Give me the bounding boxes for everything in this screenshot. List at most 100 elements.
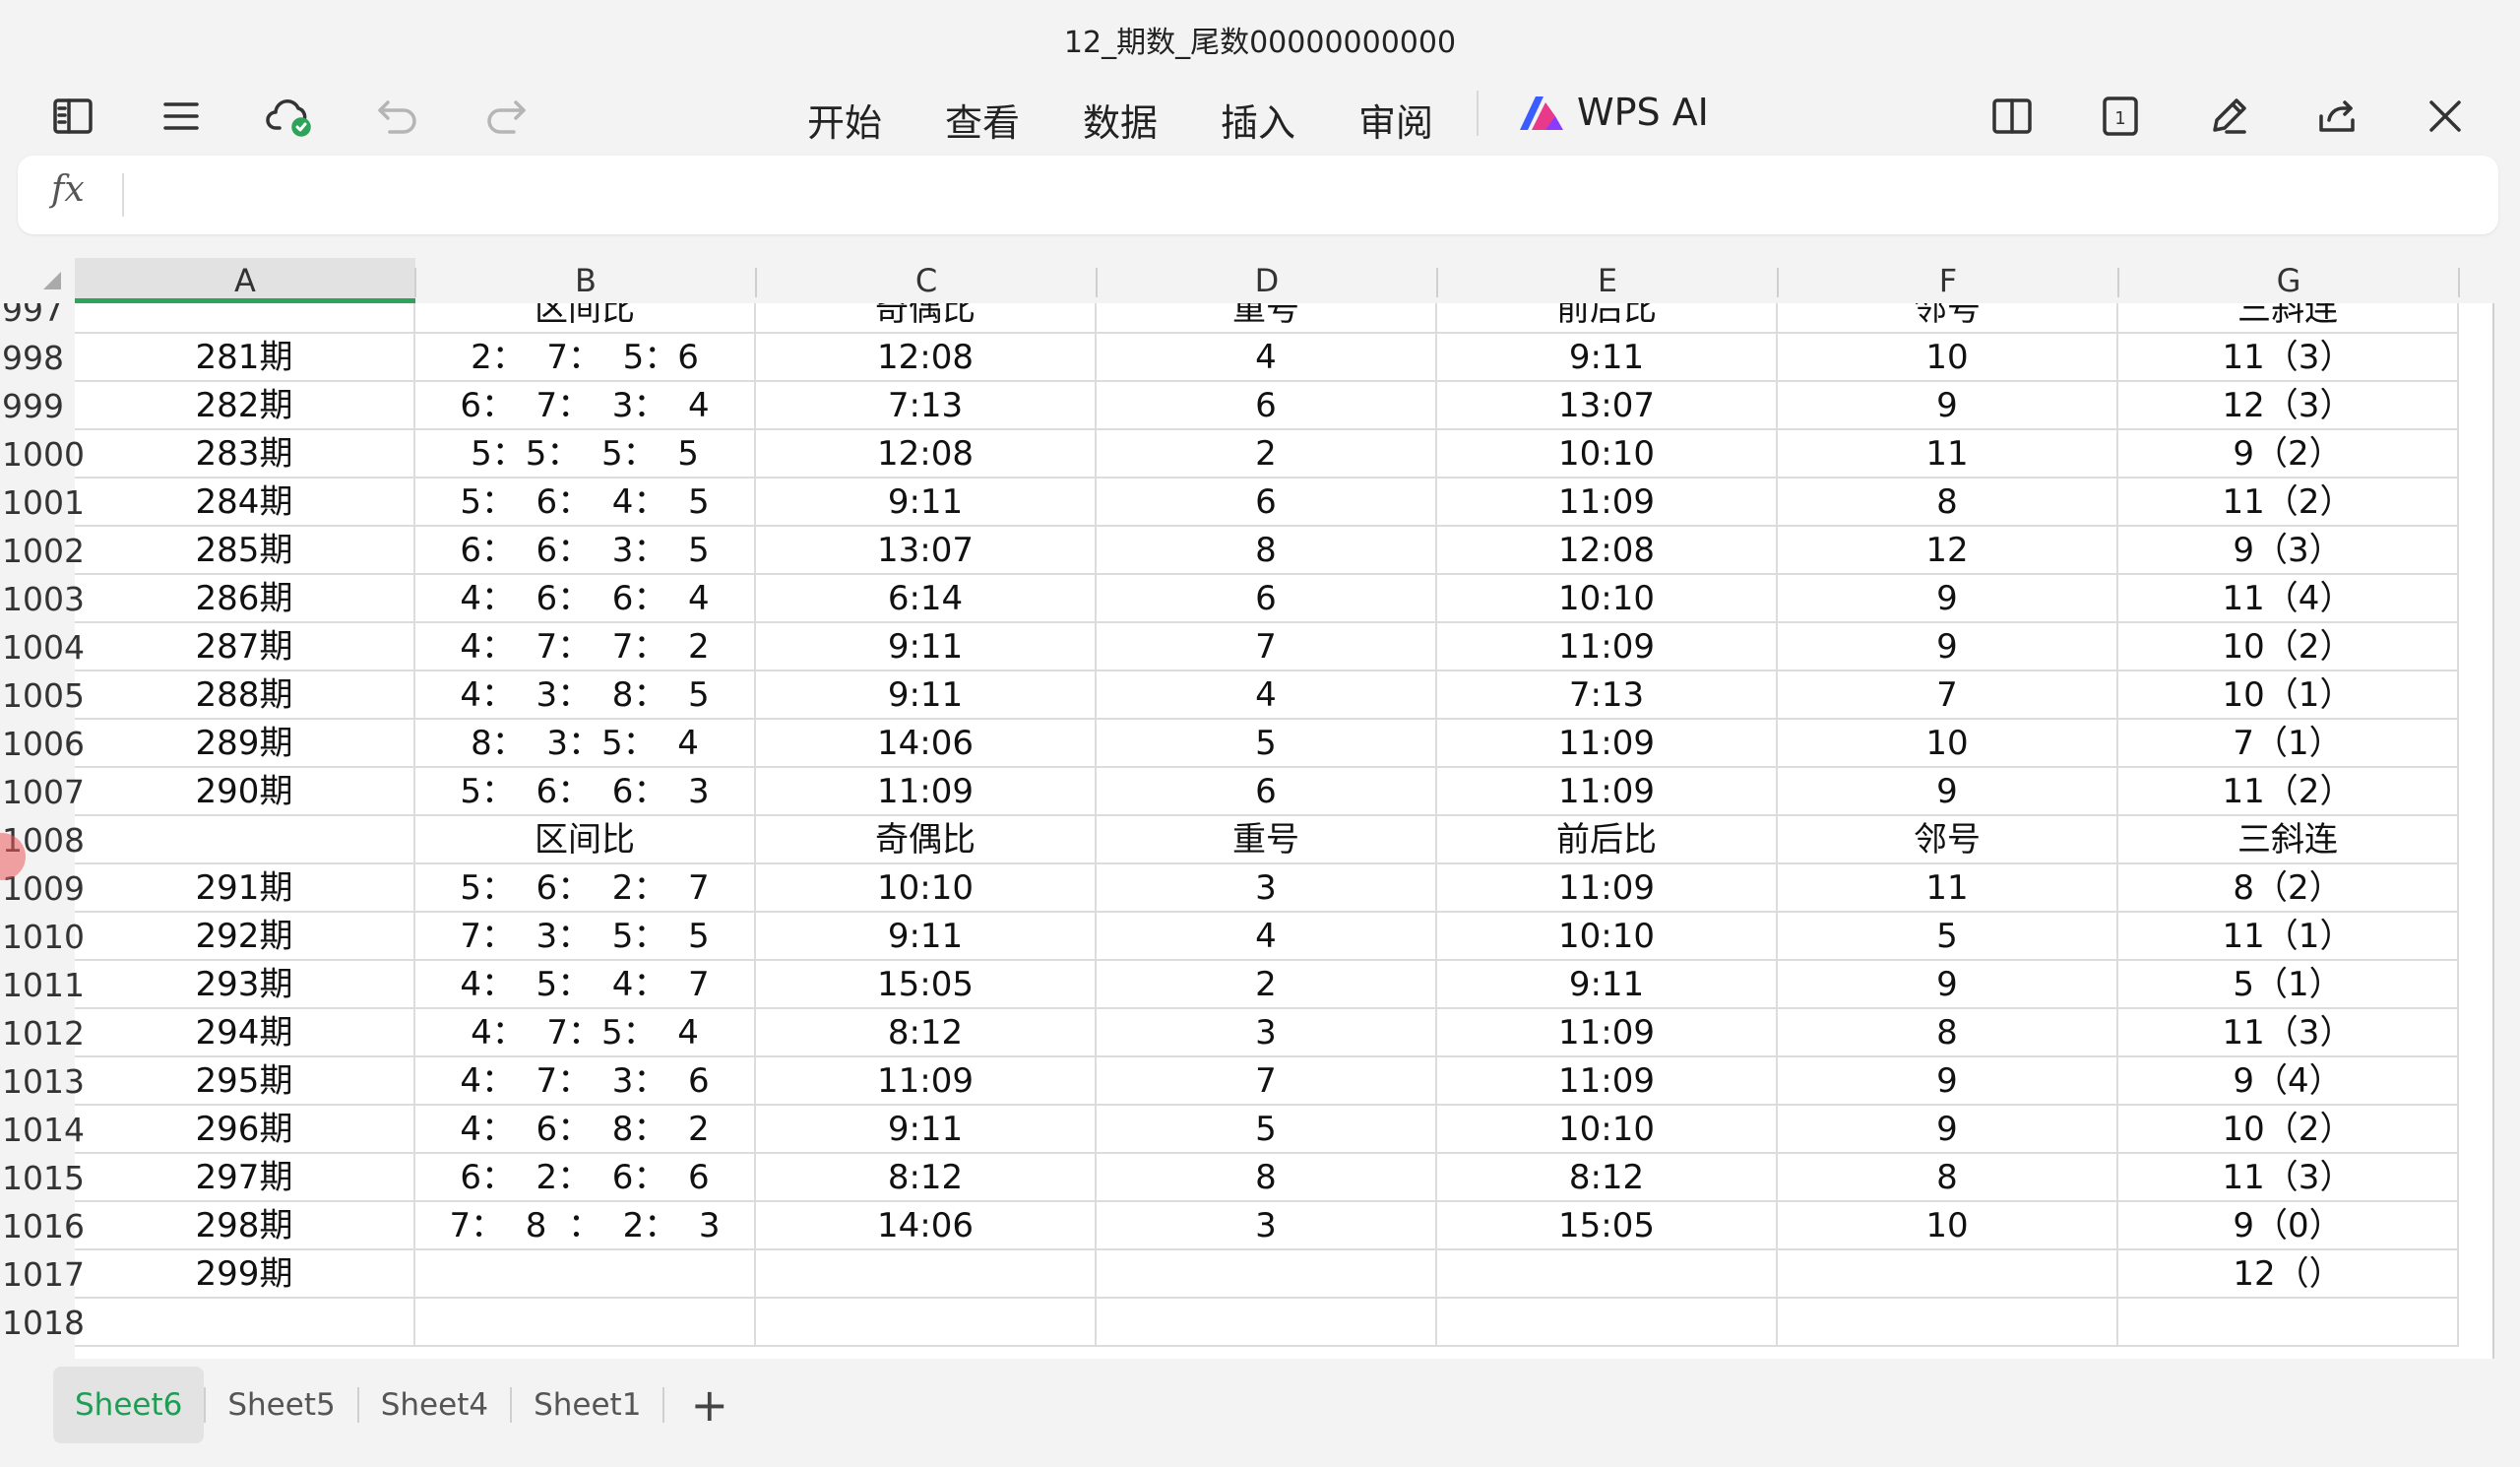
cell-f1015[interactable]: 8 <box>1778 1154 2118 1202</box>
cell-d1012[interactable]: 3 <box>1097 1009 1437 1057</box>
cell-d999[interactable]: 6 <box>1097 382 1437 430</box>
cell-g1009[interactable]: 8（2） <box>2118 864 2459 913</box>
cell-d1008[interactable]: 重号 <box>1097 816 1437 864</box>
cell-e1009[interactable]: 11:09 <box>1437 864 1778 913</box>
cell-c1003[interactable]: 6:14 <box>756 575 1097 623</box>
row-number[interactable]: 1010 <box>0 913 85 961</box>
cell-c1007[interactable]: 11:09 <box>756 768 1097 816</box>
row-number[interactable]: 998 <box>0 334 75 382</box>
cell-b1005[interactable]: 4： 3： 8： 5 <box>415 671 756 720</box>
cell-d1013[interactable]: 7 <box>1097 1057 1437 1106</box>
cell-b1010[interactable]: 7： 3： 5： 5 <box>415 913 756 961</box>
cell-f1010[interactable]: 5 <box>1778 913 2118 961</box>
cell-f998[interactable]: 10 <box>1778 334 2118 382</box>
cell-a1016[interactable]: 298期 <box>75 1202 415 1250</box>
cell-d1018[interactable] <box>1097 1299 1437 1347</box>
cell-a1013[interactable]: 295期 <box>75 1057 415 1106</box>
cell-a1015[interactable]: 297期 <box>75 1154 415 1202</box>
cell-a1012[interactable]: 294期 <box>75 1009 415 1057</box>
sheet-tab-sheet5[interactable]: Sheet5 <box>206 1367 356 1443</box>
menu-view[interactable]: 查看 <box>945 93 1020 147</box>
cell-a1000[interactable]: 283期 <box>75 430 415 478</box>
cell-f1009[interactable]: 11 <box>1778 864 2118 913</box>
menu-start[interactable]: 开始 <box>807 93 882 147</box>
cell-f1017[interactable] <box>1778 1250 2118 1299</box>
cloud-sync-icon[interactable] <box>258 85 321 148</box>
cell-f1014[interactable]: 9 <box>1778 1106 2118 1154</box>
cell-f999[interactable]: 9 <box>1778 382 2118 430</box>
cell-b1003[interactable]: 4： 6： 6： 4 <box>415 575 756 623</box>
menu-data[interactable]: 数据 <box>1083 93 1158 147</box>
cell-a1010[interactable]: 292期 <box>75 913 415 961</box>
cell-g1005[interactable]: 10（1） <box>2118 671 2459 720</box>
row-number[interactable]: 1001 <box>0 478 85 527</box>
row-number[interactable]: 999 <box>0 382 75 430</box>
cell-e1015[interactable]: 8:12 <box>1437 1154 1778 1202</box>
cell-b1004[interactable]: 4： 7： 7： 2 <box>415 623 756 671</box>
split-view-icon[interactable] <box>1981 85 2044 148</box>
sheet-tab-sheet6[interactable]: Sheet6 <box>53 1367 205 1443</box>
cell-c1001[interactable]: 9:11 <box>756 478 1097 527</box>
cell-b1009[interactable]: 5： 6： 2： 7 <box>415 864 756 913</box>
cell-d1006[interactable]: 5 <box>1097 720 1437 768</box>
cell-c1015[interactable]: 8:12 <box>756 1154 1097 1202</box>
cell-f1013[interactable]: 9 <box>1778 1057 2118 1106</box>
cell-c1000[interactable]: 12:08 <box>756 430 1097 478</box>
cell-g1006[interactable]: 7（1） <box>2118 720 2459 768</box>
cell-b1016[interactable]: 7： 8 ： 2： 3 <box>415 1202 756 1250</box>
cell-a1008[interactable] <box>75 816 415 864</box>
menu-insert[interactable]: 插入 <box>1221 93 1295 147</box>
cell-a1005[interactable]: 288期 <box>75 671 415 720</box>
cell-d998[interactable]: 4 <box>1097 334 1437 382</box>
cell-d1001[interactable]: 6 <box>1097 478 1437 527</box>
cell-a999[interactable]: 282期 <box>75 382 415 430</box>
cell-f1018[interactable] <box>1778 1299 2118 1347</box>
cell-f1006[interactable]: 10 <box>1778 720 2118 768</box>
share-icon[interactable] <box>2305 85 2368 148</box>
cell-f997[interactable]: 邻号 <box>1778 303 2118 334</box>
redo-icon[interactable] <box>474 85 537 148</box>
row-number[interactable]: 1005 <box>0 671 85 720</box>
menu-icon[interactable] <box>150 85 213 148</box>
row-number[interactable]: 1006 <box>0 720 85 768</box>
cell-g1010[interactable]: 11（1） <box>2118 913 2459 961</box>
row-number[interactable]: 1002 <box>0 527 85 575</box>
cell-e1002[interactable]: 12:08 <box>1437 527 1778 575</box>
cell-c1014[interactable]: 9:11 <box>756 1106 1097 1154</box>
cell-g1015[interactable]: 11（3） <box>2118 1154 2459 1202</box>
cell-g1001[interactable]: 11（2） <box>2118 478 2459 527</box>
cell-a998[interactable]: 281期 <box>75 334 415 382</box>
cell-e998[interactable]: 9:11 <box>1437 334 1778 382</box>
cell-g1000[interactable]: 9（2） <box>2118 430 2459 478</box>
cell-b1014[interactable]: 4： 6： 8： 2 <box>415 1106 756 1154</box>
cell-c998[interactable]: 12:08 <box>756 334 1097 382</box>
cell-d1000[interactable]: 2 <box>1097 430 1437 478</box>
row-number[interactable]: 1015 <box>0 1154 85 1202</box>
row-number[interactable]: 1012 <box>0 1009 85 1057</box>
cell-f1012[interactable]: 8 <box>1778 1009 2118 1057</box>
cell-f1008[interactable]: 邻号 <box>1778 816 2118 864</box>
cell-b1018[interactable] <box>415 1299 756 1347</box>
sheet-tab-sheet4[interactable]: Sheet4 <box>359 1367 510 1443</box>
cell-e1013[interactable]: 11:09 <box>1437 1057 1778 1106</box>
cell-e1016[interactable]: 15:05 <box>1437 1202 1778 1250</box>
cell-b1000[interactable]: 5：5： 5： 5 <box>415 430 756 478</box>
cell-d1002[interactable]: 8 <box>1097 527 1437 575</box>
cell-f1005[interactable]: 7 <box>1778 671 2118 720</box>
cell-a1003[interactable]: 286期 <box>75 575 415 623</box>
cell-f1003[interactable]: 9 <box>1778 575 2118 623</box>
column-header-c[interactable]: C <box>756 258 1097 303</box>
cell-b1017[interactable] <box>415 1250 756 1299</box>
column-header-a[interactable]: A <box>75 258 415 303</box>
cell-a1001[interactable]: 284期 <box>75 478 415 527</box>
cell-a1014[interactable]: 296期 <box>75 1106 415 1154</box>
cell-d1016[interactable]: 3 <box>1097 1202 1437 1250</box>
cell-g1011[interactable]: 5（1） <box>2118 961 2459 1009</box>
cell-e1018[interactable] <box>1437 1299 1778 1347</box>
cell-g1003[interactable]: 11（4） <box>2118 575 2459 623</box>
cell-c1018[interactable] <box>756 1299 1097 1347</box>
add-sheet-button[interactable]: + <box>664 1367 754 1443</box>
cell-c997[interactable]: 奇偶比 <box>756 303 1097 334</box>
undo-icon[interactable] <box>366 85 429 148</box>
cell-d1014[interactable]: 5 <box>1097 1106 1437 1154</box>
